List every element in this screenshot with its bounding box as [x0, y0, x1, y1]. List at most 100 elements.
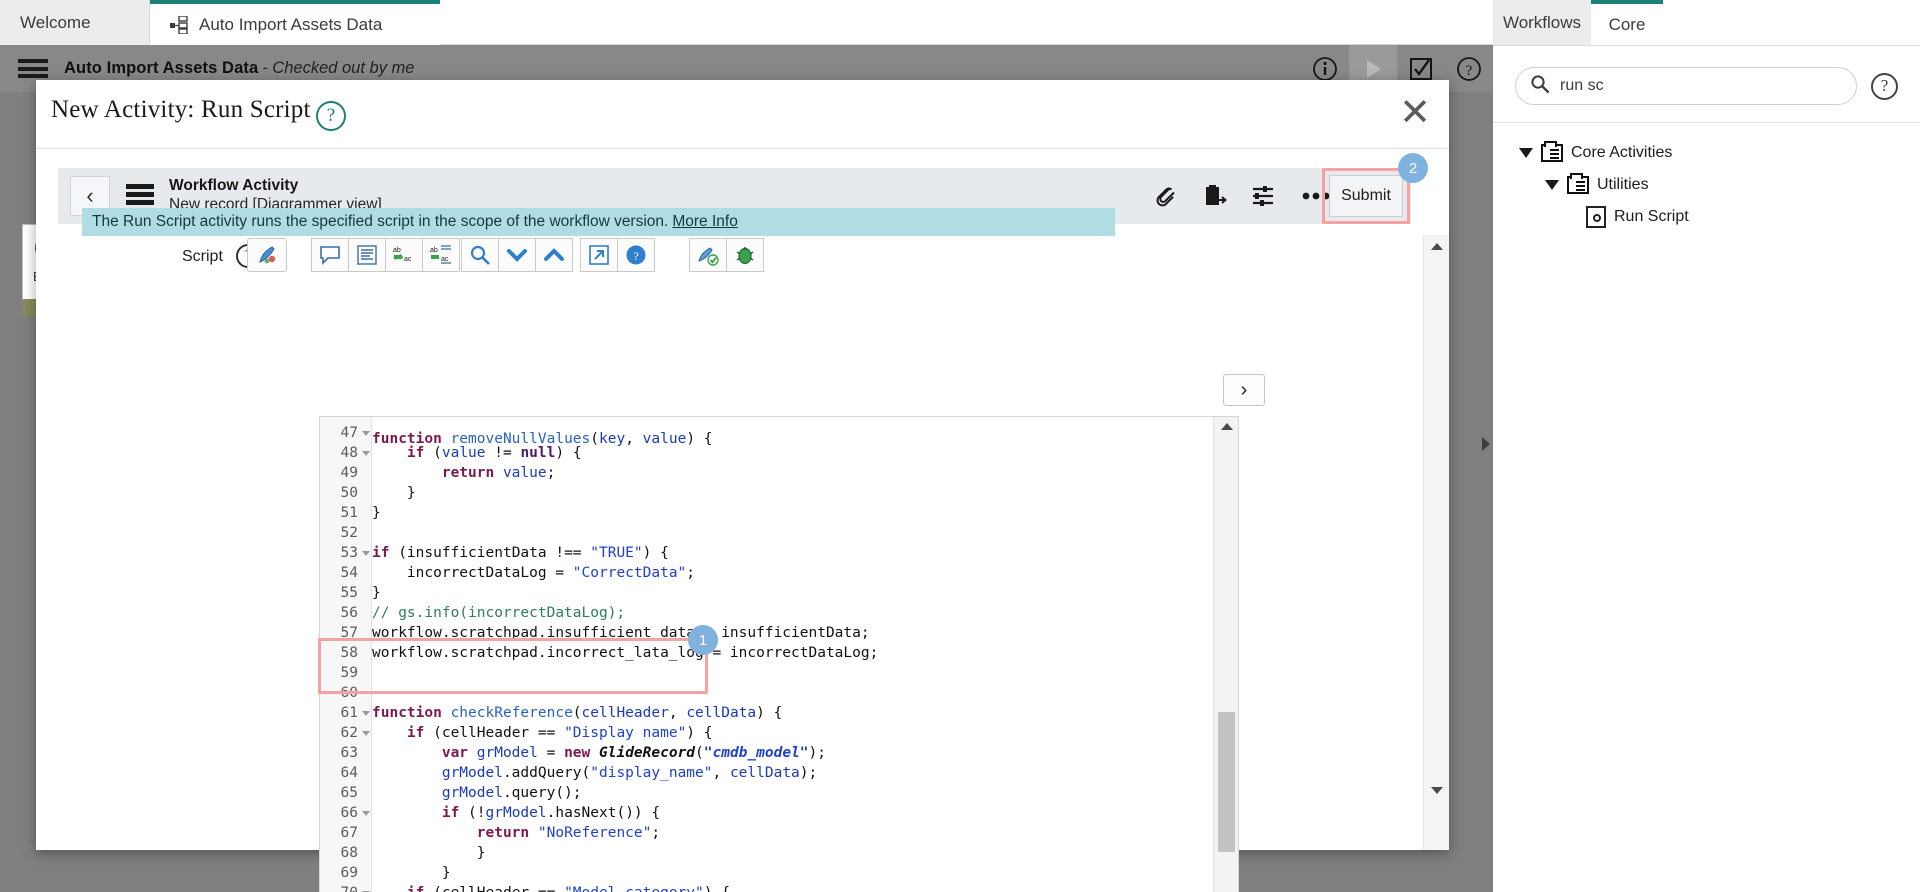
- editor-code-area[interactable]: function removeNullValues(key, value) { …: [372, 417, 1212, 892]
- code-token: GlideRecord: [599, 745, 696, 761]
- line-number: 68: [340, 845, 358, 861]
- code-line[interactable]: if (!grModel.hasNext()) {: [372, 803, 1212, 823]
- code-line[interactable]: grModel.query();: [372, 783, 1212, 803]
- help-blue-icon[interactable]: ?: [617, 238, 655, 272]
- editor-scroll-thumb[interactable]: [1218, 712, 1235, 852]
- code-line[interactable]: return value;: [372, 463, 1212, 483]
- search-value: run sc: [1560, 77, 1604, 94]
- replace-all-icon[interactable]: ab ac: [422, 238, 460, 272]
- collapse-up-icon[interactable]: [535, 238, 573, 272]
- code-token: }: [441, 865, 451, 881]
- palette-help-icon[interactable]: ?: [1871, 72, 1898, 100]
- code-line[interactable]: }: [372, 863, 1212, 883]
- code-line[interactable]: if (value != null) {: [372, 443, 1212, 463]
- code-line[interactable]: [372, 683, 1212, 703]
- code-token: return: [441, 465, 503, 481]
- activity-tree: Core Activities Utilities Run Script: [1493, 138, 1920, 231]
- debug-icon[interactable]: [726, 238, 764, 272]
- format-icon[interactable]: [348, 238, 386, 272]
- fold-toggle-icon[interactable]: [362, 711, 370, 716]
- fold-toggle-icon[interactable]: [362, 731, 370, 736]
- code-line[interactable]: function checkReference(cellHeader, cell…: [372, 703, 1212, 723]
- script-palette-icon[interactable]: [247, 238, 287, 272]
- code-line[interactable]: }: [372, 483, 1212, 503]
- next-button[interactable]: ›: [1223, 374, 1265, 406]
- code-token: grModel: [485, 805, 547, 821]
- line-number: 66: [340, 805, 358, 821]
- tab-workflows[interactable]: Workflows: [1493, 0, 1591, 45]
- tab-welcome-label: Welcome: [20, 12, 91, 32]
- fold-toggle-icon[interactable]: [362, 451, 370, 456]
- code-token: =: [537, 745, 565, 761]
- script-activity-icon: [1586, 205, 1606, 228]
- hamburger-icon[interactable]: [18, 59, 48, 78]
- collapse-down-icon[interactable]: [498, 238, 536, 272]
- tree-item-core-activities[interactable]: Core Activities: [1493, 138, 1920, 167]
- line-number: 59: [340, 665, 358, 681]
- tree-item-label: Run Script: [1614, 207, 1689, 225]
- code-line[interactable]: function removeNullValues(key, value) {: [372, 423, 1212, 447]
- palette-search-row: run sc ?: [1493, 58, 1920, 114]
- dialog-scrollbar[interactable]: [1423, 235, 1449, 850]
- code-line[interactable]: var grModel = new GlideRecord("cmdb_mode…: [372, 743, 1212, 763]
- editor-scrollbar[interactable]: [1213, 417, 1238, 892]
- code-token: ;: [651, 825, 661, 841]
- tree-item-run-script[interactable]: Run Script: [1493, 202, 1920, 231]
- code-line[interactable]: workflow.scratchpad.incorrect_lata_log =…: [372, 643, 1212, 663]
- code-token: null: [520, 445, 556, 461]
- chevron-down-icon[interactable]: [1545, 179, 1559, 190]
- dialog-help-icon[interactable]: ?: [316, 101, 346, 131]
- script-editor[interactable]: 47 48 49 50 51 52 53 54 55 56 57 58 59 60 61 62 63 64 65 66…: [319, 416, 1239, 892]
- code-line[interactable]: // gs.info(incorrectDataLog);: [372, 603, 1212, 623]
- code-token: (: [695, 745, 704, 761]
- code-token: ;: [546, 465, 556, 481]
- more-icon[interactable]: [1301, 190, 1331, 202]
- help-icon[interactable]: ?: [1445, 45, 1493, 92]
- script-toolbar-group-4: ?: [580, 238, 655, 272]
- paperclip-icon[interactable]: [1155, 184, 1179, 208]
- popout-icon[interactable]: [580, 238, 618, 272]
- scroll-up-icon[interactable]: [1221, 423, 1233, 430]
- syntax-check-icon[interactable]: [689, 238, 727, 272]
- fold-toggle-icon[interactable]: [362, 431, 370, 436]
- line-number: 58: [340, 645, 358, 661]
- code-line[interactable]: }: [372, 503, 1212, 523]
- code-line[interactable]: incorrectDataLog = "CorrectData";: [372, 563, 1212, 583]
- fold-toggle-icon[interactable]: [362, 551, 370, 556]
- code-line[interactable]: [372, 663, 1212, 683]
- activity-menu-icon[interactable]: [126, 184, 154, 205]
- code-line[interactable]: if (cellHeader == "Display name") {: [372, 723, 1212, 743]
- canvas-collapse-arrow-icon[interactable]: [1482, 437, 1490, 451]
- code-line[interactable]: return "NoReference";: [372, 823, 1212, 843]
- submit-button[interactable]: Submit: [1329, 175, 1403, 217]
- replace-icon[interactable]: ab ac: [385, 238, 423, 272]
- dialog-scroll-down-icon[interactable]: [1431, 787, 1443, 794]
- close-icon[interactable]: ✕: [1399, 94, 1431, 132]
- code-line[interactable]: if (cellHeader == "Model category") {: [372, 883, 1212, 892]
- chevron-down-icon[interactable]: [1519, 147, 1533, 158]
- code-token: "CorrectData": [572, 565, 687, 581]
- tab-welcome[interactable]: Welcome: [0, 0, 150, 45]
- code-line[interactable]: if (insufficientData !== "TRUE") {: [372, 543, 1212, 563]
- code-line[interactable]: workflow.scratchpad.insufficient_data = …: [372, 623, 1212, 643]
- more-info-link[interactable]: More Info: [672, 213, 737, 231]
- tree-item-utilities[interactable]: Utilities: [1493, 170, 1920, 199]
- palette-tab-separator: [1493, 45, 1920, 46]
- code-line[interactable]: [372, 523, 1212, 543]
- script-toolbar-group-2: ab ac ab ac: [311, 238, 460, 272]
- tab-core[interactable]: Core: [1591, 0, 1663, 45]
- code-line[interactable]: grModel.addQuery("display_name", cellDat…: [372, 763, 1212, 783]
- code-line[interactable]: }: [372, 843, 1212, 863]
- fold-toggle-icon[interactable]: [362, 811, 370, 816]
- search-input[interactable]: run sc: [1515, 67, 1857, 105]
- tab-workflows-label: Workflows: [1502, 12, 1582, 32]
- tab-auto-import-assets-data[interactable]: Auto Import Assets Data: [150, 0, 440, 45]
- dialog-scroll-up-icon[interactable]: [1431, 243, 1443, 250]
- line-number: 65: [340, 785, 358, 801]
- sliders-icon[interactable]: [1251, 184, 1277, 208]
- search-icon[interactable]: [461, 238, 499, 272]
- folder-icon: [1567, 172, 1589, 194]
- code-line[interactable]: }: [372, 583, 1212, 603]
- comment-icon[interactable]: [311, 238, 349, 272]
- clipboard-export-icon[interactable]: [1203, 184, 1227, 208]
